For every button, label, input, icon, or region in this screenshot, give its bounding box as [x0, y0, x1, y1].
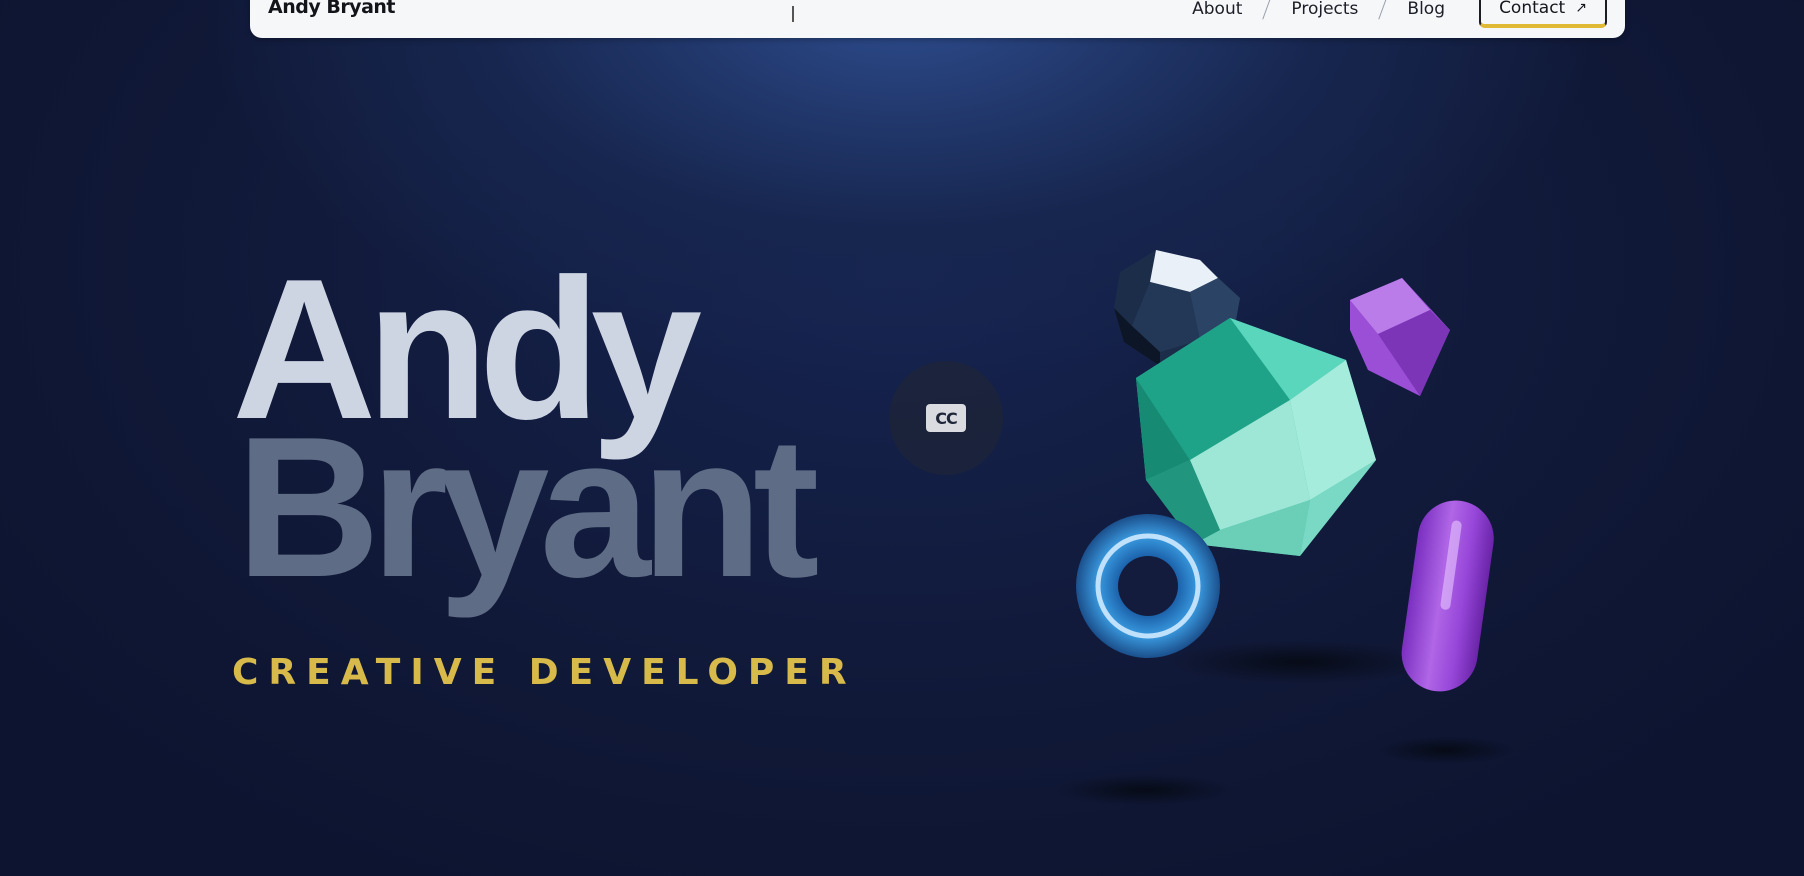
shape-shadow [1170, 640, 1430, 684]
nav-separator [1262, 0, 1272, 20]
nav-links: About Projects Blog [1192, 0, 1445, 20]
closed-captions-button[interactable]: CC [889, 361, 1003, 475]
purple-capsule-shape [1401, 500, 1494, 692]
closed-captions-icon: CC [926, 404, 966, 432]
contact-button-label: Contact [1499, 0, 1566, 18]
nav-separator [1378, 0, 1388, 20]
brand-logo[interactable]: Andy Bryant [268, 0, 396, 18]
shape-shadow [1055, 774, 1235, 806]
3d-shapes-illustration [1055, 250, 1515, 806]
text-cursor-icon [792, 6, 794, 22]
nav-link-blog[interactable]: Blog [1407, 0, 1445, 19]
top-nav-bar: Andy Bryant About Projects Blog Contact … [250, 0, 1625, 38]
arrow-up-right-icon: ↗ [1575, 0, 1587, 16]
nav-link-about[interactable]: About [1192, 0, 1242, 19]
hero-last-name: Bryant [236, 396, 819, 619]
shape-shadow [1375, 736, 1515, 764]
contact-button[interactable]: Contact ↗ [1479, 0, 1607, 28]
purple-cube-shape [1350, 278, 1450, 396]
hero-role-subtitle: CREATIVE DEVELOPER [232, 652, 857, 693]
blue-torus-shape [1076, 514, 1220, 658]
nav-link-projects[interactable]: Projects [1291, 0, 1358, 19]
